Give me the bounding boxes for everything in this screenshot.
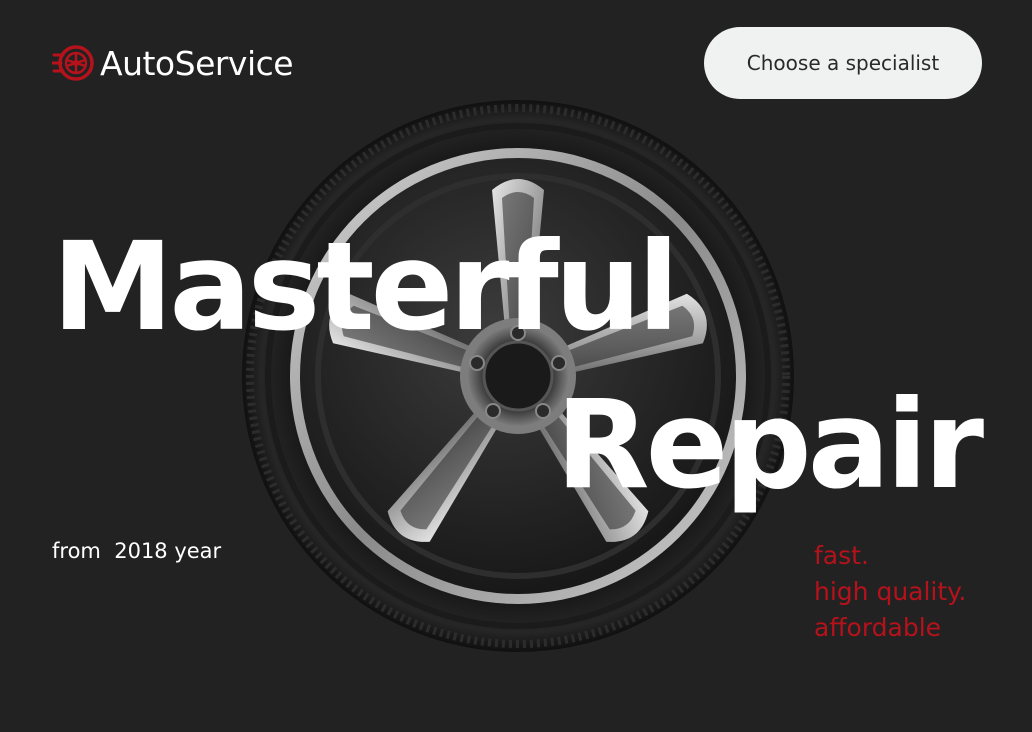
hero-page: AutoService Choose a specialist Masterfu…	[0, 0, 1032, 732]
tagline-line: high quality.	[814, 577, 967, 606]
headline-line-1: Masterful	[52, 216, 679, 358]
tagline-line: affordable	[814, 613, 942, 642]
since-text: from 2018 year	[52, 539, 222, 563]
tagline: fast. high quality. affordable	[814, 538, 966, 646]
tagline-line: fast.	[814, 541, 869, 570]
headline-line-2: Repair	[555, 374, 984, 516]
logo[interactable]: AutoService	[52, 42, 294, 84]
logo-text: AutoService	[100, 43, 294, 83]
wheel-icon	[52, 45, 94, 81]
choose-specialist-button[interactable]: Choose a specialist	[704, 27, 982, 99]
